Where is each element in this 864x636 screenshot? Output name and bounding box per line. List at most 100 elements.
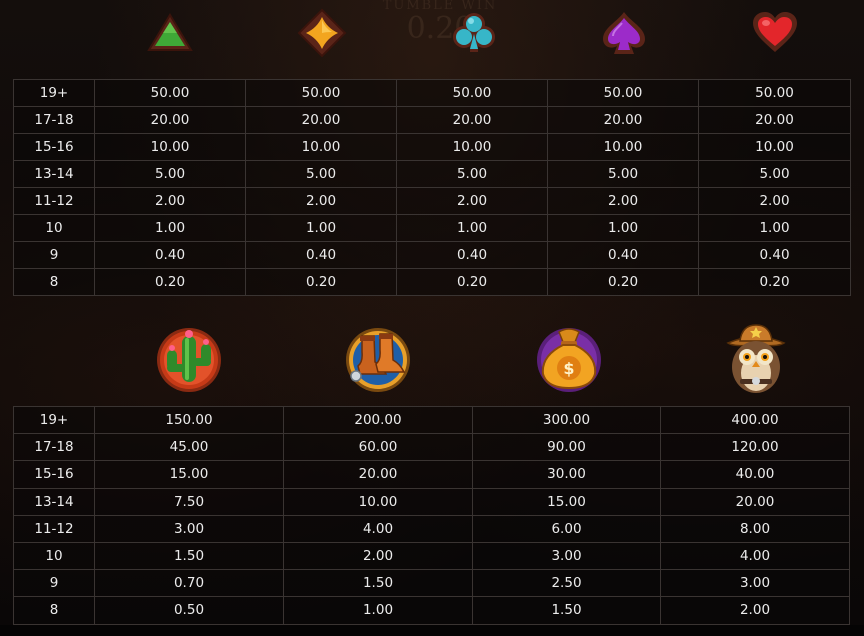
payout-value-cell: 2.00: [94, 187, 246, 215]
premium-paytable-row: 17-18 45.00 60.00 90.00 120.00: [13, 433, 850, 462]
payout-value-cell: 50.00: [396, 79, 548, 107]
payout-value-cell: 3.00: [472, 541, 661, 571]
payout-value-cell: 1.00: [698, 214, 851, 242]
purple-spade-icon: [594, 6, 654, 60]
money-bag-icon: $: [529, 320, 609, 396]
payout-value-cell: 2.00: [396, 187, 548, 215]
payout-value-cell: 40.00: [660, 460, 850, 489]
cowboy-boots-icon: [340, 320, 416, 396]
symbol-count-cell: 17-18: [13, 106, 95, 134]
card-symbols-paytable: 19+ 50.00 50.00 50.00 50.00 50.00 17-18 20.00 20…: [13, 79, 851, 296]
cactus-icon: [151, 320, 227, 396]
payout-value-cell: 2.00: [547, 187, 699, 215]
payout-value-cell: 4.00: [660, 541, 850, 571]
premium-symbols-paytable: 19+ 150.00 200.00 300.00 400.00 17-18 45.00 60.…: [13, 405, 850, 625]
symbol-count-cell: 9: [13, 569, 95, 598]
symbol-count-cell: 15-16: [13, 133, 95, 161]
bottom-bar: [0, 625, 864, 636]
payout-value-cell: 0.20: [698, 268, 851, 296]
payout-value-cell: 0.40: [94, 241, 246, 269]
payout-value-cell: 45.00: [94, 433, 284, 462]
payout-value-cell: 0.40: [396, 241, 548, 269]
symbol-count-cell: 15-16: [13, 460, 95, 489]
payout-value-cell: 0.20: [245, 268, 397, 296]
premium-paytable-row: 9 0.70 1.50 2.50 3.00: [13, 569, 850, 598]
payout-value-cell: 3.00: [660, 569, 850, 598]
payout-value-cell: 1.00: [547, 214, 699, 242]
payout-value-cell: 1.50: [283, 569, 473, 598]
card-paytable-row: 19+ 50.00 50.00 50.00 50.00 50.00: [13, 79, 851, 107]
premium-paytable-row: 10 1.50 2.00 3.00 4.00: [13, 541, 850, 571]
premium-paytable-row: 15-16 15.00 20.00 30.00 40.00: [13, 460, 850, 489]
card-paytable-row: 9 0.40 0.40 0.40 0.40 0.40: [13, 241, 851, 269]
payout-value-cell: 7.50: [94, 487, 284, 516]
payout-value-cell: 0.40: [245, 241, 397, 269]
payout-value-cell: 20.00: [547, 106, 699, 134]
payout-value-cell: 3.00: [94, 514, 284, 543]
payout-value-cell: 2.00: [283, 541, 473, 571]
payout-value-cell: 5.00: [396, 160, 548, 188]
payout-value-cell: 0.20: [396, 268, 548, 296]
payout-value-cell: 5.00: [245, 160, 397, 188]
symbol-count-cell: 11-12: [13, 514, 95, 543]
payout-value-cell: 10.00: [396, 133, 548, 161]
symbol-count-cell: 8: [13, 596, 95, 625]
payout-value-cell: 10.00: [94, 133, 246, 161]
symbol-count-cell: 10: [13, 541, 95, 571]
payout-value-cell: 10.00: [547, 133, 699, 161]
payout-value-cell: 5.00: [698, 160, 851, 188]
payout-value-cell: 50.00: [698, 79, 851, 107]
payout-value-cell: 1.50: [94, 541, 284, 571]
payout-value-cell: 2.50: [472, 569, 661, 598]
payout-value-cell: 20.00: [245, 106, 397, 134]
symbol-count-cell: 9: [13, 241, 95, 269]
card-paytable-row: 11-12 2.00 2.00 2.00 2.00 2.00: [13, 187, 851, 215]
symbol-count-cell: 11-12: [13, 187, 95, 215]
payout-value-cell: 0.40: [547, 241, 699, 269]
card-paytable-row: 15-16 10.00 10.00 10.00 10.00 10.00: [13, 133, 851, 161]
payout-value-cell: 20.00: [283, 460, 473, 489]
payout-value-cell: 60.00: [283, 433, 473, 462]
payout-value-cell: 5.00: [547, 160, 699, 188]
payout-value-cell: 20.00: [94, 106, 246, 134]
payout-value-cell: 200.00: [283, 405, 473, 435]
symbol-count-cell: 17-18: [13, 433, 95, 462]
payout-value-cell: 2.00: [698, 187, 851, 215]
payout-value-cell: 50.00: [245, 79, 397, 107]
symbol-count-cell: 13-14: [13, 487, 95, 516]
payout-value-cell: 8.00: [660, 514, 850, 543]
svg-text:$: $: [563, 359, 574, 378]
symbol-count-cell: 19+: [13, 405, 95, 435]
payout-value-cell: 0.50: [94, 596, 284, 625]
symbol-count-cell: 8: [13, 268, 95, 296]
red-heart-icon: [745, 6, 805, 58]
payout-value-cell: 2.00: [245, 187, 397, 215]
payout-value-cell: 300.00: [472, 405, 661, 435]
payout-value-cell: 30.00: [472, 460, 661, 489]
payout-value-cell: 4.00: [283, 514, 473, 543]
payout-value-cell: 150.00: [94, 405, 284, 435]
orange-diamond-icon: [292, 4, 352, 62]
premium-paytable-row: 19+ 150.00 200.00 300.00 400.00: [13, 405, 850, 435]
symbol-count-cell: 19+: [13, 79, 95, 107]
card-paytable-row: 13-14 5.00 5.00 5.00 5.00 5.00: [13, 160, 851, 188]
payout-value-cell: 20.00: [660, 487, 850, 516]
payout-value-cell: 400.00: [660, 405, 850, 435]
teal-club-icon: [444, 6, 504, 60]
sheriff-owl-icon: [718, 320, 794, 398]
payout-value-cell: 15.00: [472, 487, 661, 516]
symbol-count-cell: 10: [13, 214, 95, 242]
card-symbols-row: [0, 0, 864, 80]
payout-value-cell: 10.00: [283, 487, 473, 516]
payout-value-cell: 10.00: [698, 133, 851, 161]
payout-value-cell: 0.70: [94, 569, 284, 598]
payout-value-cell: 20.00: [396, 106, 548, 134]
payout-value-cell: 10.00: [245, 133, 397, 161]
payout-value-cell: 1.50: [472, 596, 661, 625]
payout-value-cell: 15.00: [94, 460, 284, 489]
symbol-count-cell: 13-14: [13, 160, 95, 188]
payout-value-cell: 0.20: [547, 268, 699, 296]
payout-value-cell: 1.00: [396, 214, 548, 242]
premium-paytable-row: 13-14 7.50 10.00 15.00 20.00: [13, 487, 850, 516]
payout-value-cell: 0.20: [94, 268, 246, 296]
